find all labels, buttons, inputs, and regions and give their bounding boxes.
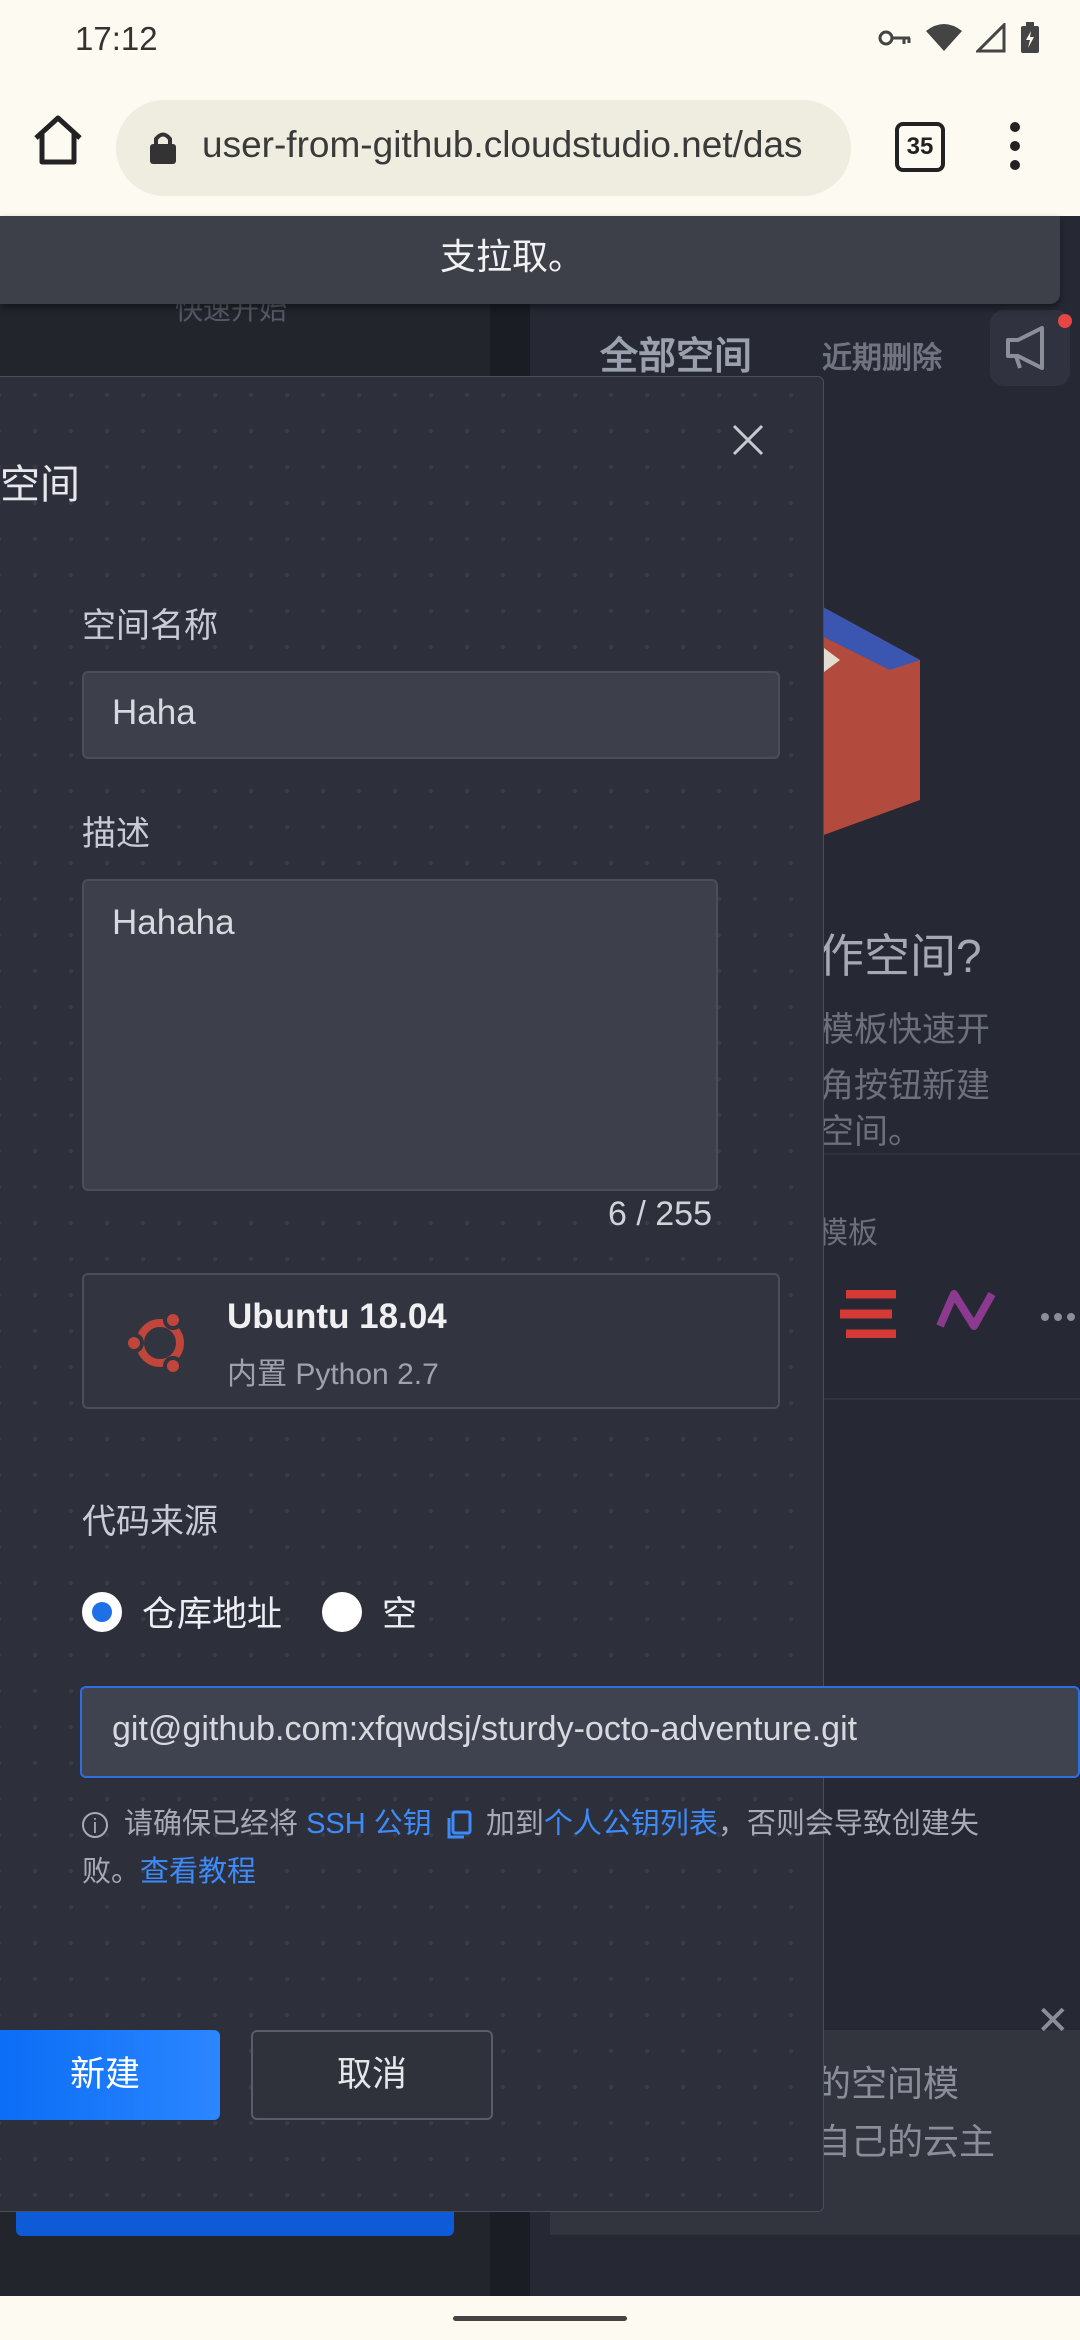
code-source-radio-group: 仓库地址 空 [82,1586,457,1637]
ssh-key-note: i 请确保已经将 SSH 公钥 加到个人公钥列表，否则会导致创建失败。查看教程 [82,1800,982,1896]
environment-name: Ubuntu 18.04 [227,1297,447,1336]
close-icon[interactable]: ✕ [1036,1998,1070,2044]
navigation-bar [0,2296,1080,2340]
copy-icon[interactable] [446,1810,472,1840]
background-desc-line: 角按钮新建 [820,1067,990,1105]
home-icon[interactable] [30,112,86,168]
notification-dot [1058,314,1072,328]
note-text: 加到 [485,1808,544,1840]
divider [800,1398,1080,1400]
environment-subtitle: 内置 Python 2.7 [227,1358,439,1391]
tab-recently-deleted[interactable]: 近期删除 [822,333,942,377]
signal-icon [976,23,1006,53]
lock-icon [150,132,176,164]
code-source-label: 代码来源 [82,1503,218,1541]
status-time: 17:12 [75,20,158,57]
repository-url-input[interactable]: git@github.com:xfqwdsj/sturdy-octo-adven… [80,1686,1080,1778]
note-text: 请确保已经将 [124,1808,299,1840]
divider [800,1153,1080,1155]
cancel-button[interactable]: 取消 [251,2030,493,2120]
public-key-list-link[interactable]: 个人公钥列表 [544,1808,718,1840]
dialog-title: 空间 [0,463,80,507]
tab-switcher-button[interactable]: 35 [895,122,945,172]
wifi-icon [926,24,962,51]
toast-message: 支拉取。 [0,216,1060,304]
radio-repo-address[interactable] [82,1591,122,1632]
battery-icon [1021,22,1039,53]
background-desc-line: 模板快速开 [820,1011,990,1049]
gesture-handle[interactable] [453,2316,627,2321]
char-counter: 6 / 255 [608,1195,712,1233]
tutorial-link[interactable]: 查看教程 [140,1856,256,1888]
vpn-key-icon [878,30,911,46]
background-empty-title: 作空间? [818,930,982,982]
background-promo-line: 的空间模 [815,2063,960,2104]
space-name-input[interactable]: Haha [82,671,780,759]
template-logo-icon[interactable] [936,1290,996,1330]
status-icons [878,22,1040,54]
background-templates-label: 模板 [818,1217,878,1250]
template-logo-icon[interactable] [836,1290,898,1338]
ssh-key-link[interactable]: SSH 公钥 [306,1808,432,1840]
more-templates-icon[interactable] [1040,1312,1076,1322]
url-text: user-from-github.cloudstudio.net/das [202,124,803,165]
overflow-menu-icon[interactable] [1000,122,1030,182]
address-bar[interactable]: user-from-github.cloudstudio.net/das [116,100,851,196]
status-bar: 17:12 [0,0,1080,82]
environment-card[interactable]: Ubuntu 18.04 内置 Python 2.7 [82,1273,780,1409]
info-icon: i [82,1812,108,1839]
tab-all-spaces[interactable]: 全部空间 [600,325,752,380]
background-desc-line: 空间。 [820,1113,922,1151]
description-textarea[interactable]: Hahaha [82,879,718,1191]
toast-text: 支拉取。 [440,236,585,277]
browser-toolbar: user-from-github.cloudstudio.net/das 35 [0,82,1080,216]
radio-empty-label[interactable]: 空 [382,1586,417,1637]
background-promo-line: 自己的云主 [815,2121,996,2162]
description-label: 描述 [82,815,150,853]
ubuntu-logo-icon [124,1310,184,1376]
close-icon[interactable] [728,420,768,460]
create-button[interactable]: 新建 [0,2030,220,2120]
radio-repo-label[interactable]: 仓库地址 [142,1586,282,1637]
radio-empty[interactable] [322,1591,363,1632]
space-name-label: 空间名称 [82,607,218,645]
